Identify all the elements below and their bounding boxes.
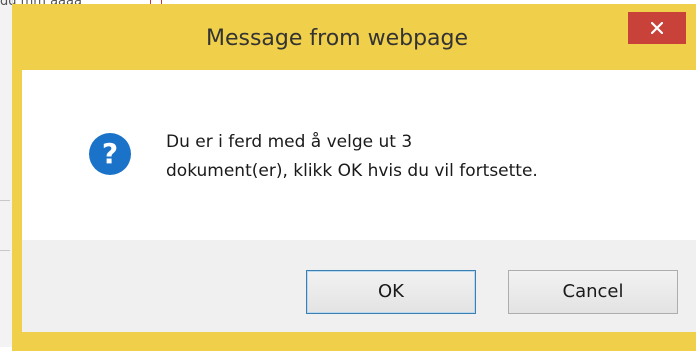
message-line: Du er i ferd med å velge ut 3 xyxy=(166,132,413,152)
dialog-title: Message from webpage xyxy=(205,26,469,51)
dialog-message: Du er i ferd med å velge ut 3 dokument(e… xyxy=(166,128,666,186)
close-icon xyxy=(651,22,663,34)
question-icon: ? xyxy=(89,133,131,175)
cancel-button[interactable]: Cancel xyxy=(508,270,678,314)
background-divider xyxy=(0,250,10,251)
dialog-bottom-border xyxy=(12,332,696,351)
ok-button[interactable]: OK xyxy=(306,270,476,314)
message-dialog: Message from webpage ? Du er i ferd med … xyxy=(12,4,696,351)
close-button[interactable] xyxy=(628,12,686,44)
svg-text:?: ? xyxy=(102,137,118,170)
background-divider xyxy=(0,200,10,201)
message-line: dokument(er), klikk OK hvis du vil forts… xyxy=(166,161,538,181)
dialog-footer: OK Cancel xyxy=(22,240,696,332)
dialog-content: ? Du er i ferd med å velge ut 3 dokument… xyxy=(22,70,696,240)
dialog-titlebar[interactable]: Message from webpage xyxy=(12,4,696,70)
